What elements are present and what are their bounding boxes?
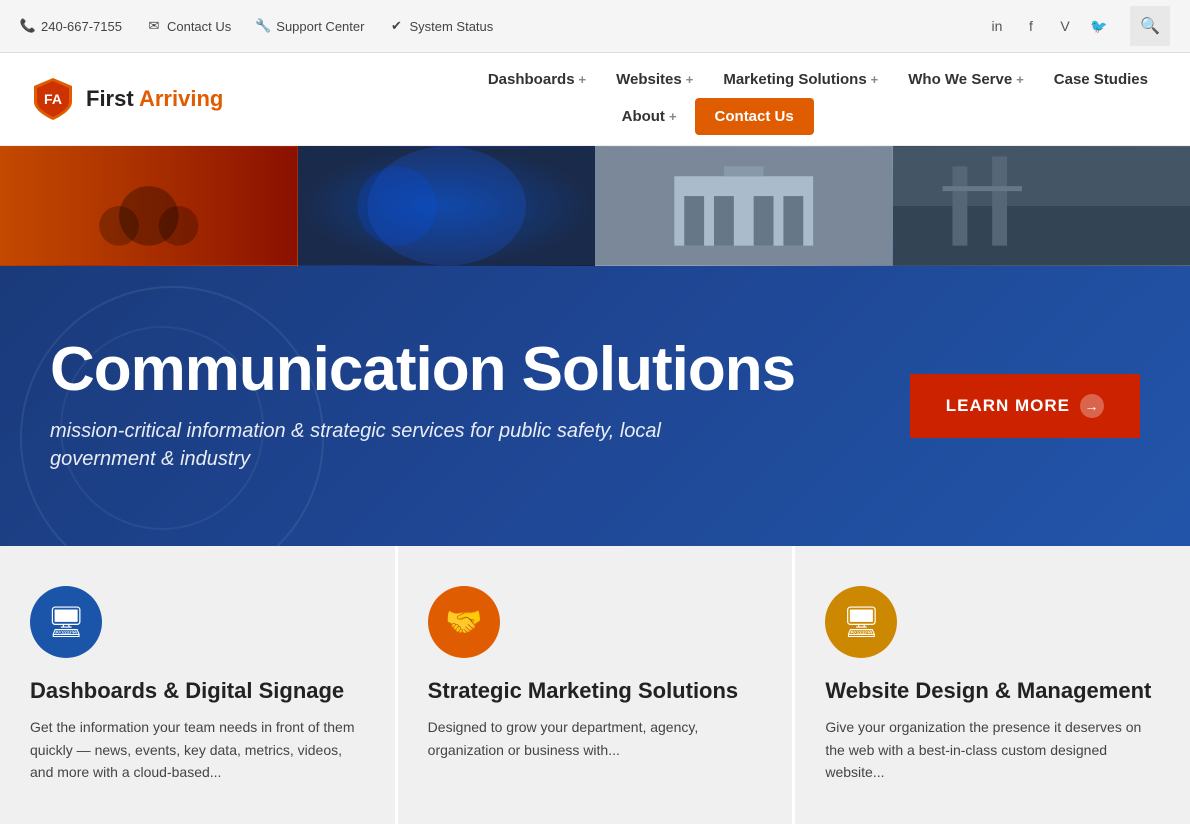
service-card-dashboards: 🖥 Dashboards & Digital Signage Get the i… xyxy=(0,546,398,824)
status-label: System Status xyxy=(409,19,493,34)
hero-fire-image xyxy=(0,146,298,266)
support-icon: 🔧 xyxy=(255,18,271,34)
service-card-website: 🖥 Website Design & Management Give your … xyxy=(795,546,1190,824)
nav-marketing[interactable]: Marketing Solutions + xyxy=(711,63,890,96)
linkedin-icon[interactable]: in xyxy=(986,15,1008,37)
contact-label: Contact Us xyxy=(167,19,231,34)
hero-construction-image xyxy=(893,146,1190,266)
hero-cta: LEARN MORE → xyxy=(910,374,1140,438)
nav-about[interactable]: About + xyxy=(610,100,689,133)
monitor-icon: 🖥 xyxy=(47,605,85,640)
nav-case-studies[interactable]: Case Studies xyxy=(1042,63,1160,96)
hero-content: Communication Solutions mission-critical… xyxy=(50,339,870,473)
phone-item[interactable]: 📞 240-667-7155 xyxy=(20,18,122,34)
service-card-marketing: 🤝 Strategic Marketing Solutions Designed… xyxy=(398,546,796,824)
learn-more-button[interactable]: LEARN MORE → xyxy=(910,374,1140,438)
support-label: Support Center xyxy=(276,19,364,34)
hero-police-image xyxy=(298,146,596,266)
logo-shield-icon: FA xyxy=(30,76,76,122)
nav-dashboards[interactable]: Dashboards + xyxy=(476,63,598,96)
webpage-icon: 🖥 xyxy=(842,605,880,640)
phone-icon: 📞 xyxy=(20,18,36,34)
dashboards-icon-wrap: 🖥 xyxy=(30,586,102,658)
nav-contact-us[interactable]: Contact Us xyxy=(695,98,814,135)
marketing-icon-wrap: 🤝 xyxy=(428,586,500,658)
contact-item[interactable]: ✉ Contact Us xyxy=(146,18,231,34)
dashboards-plus: + xyxy=(579,72,587,87)
check-icon: ✔ xyxy=(388,18,404,34)
websites-plus: + xyxy=(686,72,694,87)
hero-strip xyxy=(0,146,1190,266)
top-bar: 📞 240-667-7155 ✉ Contact Us 🔧 Support Ce… xyxy=(0,0,1190,53)
handshake-icon: 🤝 xyxy=(445,605,482,640)
marketing-plus: + xyxy=(871,72,879,87)
hero-subtitle: mission-critical information & strategic… xyxy=(50,417,690,473)
facebook-icon[interactable]: f xyxy=(1020,15,1042,37)
support-item[interactable]: 🔧 Support Center xyxy=(255,18,364,34)
nav-row-top: Dashboards + Websites + Marketing Soluti… xyxy=(263,63,1160,96)
vimeo-icon[interactable]: V xyxy=(1054,15,1076,37)
main-hero: Communication Solutions mission-critical… xyxy=(0,266,1190,546)
social-links: in f V 🐦 🔍 xyxy=(986,6,1170,46)
status-item[interactable]: ✔ System Status xyxy=(388,18,493,34)
about-plus: + xyxy=(669,109,677,124)
website-desc: Give your organization the presence it d… xyxy=(825,716,1160,783)
logo-text: First Arriving xyxy=(86,87,223,111)
website-title: Website Design & Management xyxy=(825,678,1160,704)
website-icon-wrap: 🖥 xyxy=(825,586,897,658)
who-we-serve-plus: + xyxy=(1016,72,1024,87)
hero-cityhall-image xyxy=(595,146,893,266)
twitter-icon[interactable]: 🐦 xyxy=(1088,15,1110,37)
search-button-top[interactable]: 🔍 xyxy=(1130,6,1170,46)
nav-websites[interactable]: Websites + xyxy=(604,63,705,96)
dashboards-title: Dashboards & Digital Signage xyxy=(30,678,365,704)
nav-row-bottom: About + Contact Us xyxy=(263,98,1160,135)
marketing-title: Strategic Marketing Solutions xyxy=(428,678,763,704)
logo[interactable]: FA First Arriving xyxy=(30,76,223,122)
arrow-icon: → xyxy=(1080,394,1104,418)
main-nav: Dashboards + Websites + Marketing Soluti… xyxy=(263,63,1160,135)
header: FA First Arriving Dashboards + Websites … xyxy=(0,53,1190,146)
services-section: 🖥 Dashboards & Digital Signage Get the i… xyxy=(0,546,1190,824)
dashboards-desc: Get the information your team needs in f… xyxy=(30,716,365,783)
phone-number: 240-667-7155 xyxy=(41,19,122,34)
marketing-desc: Designed to grow your department, agency… xyxy=(428,716,763,761)
nav-who-we-serve[interactable]: Who We Serve + xyxy=(896,63,1036,96)
svg-text:FA: FA xyxy=(44,91,62,107)
hero-title: Communication Solutions xyxy=(50,339,870,401)
mail-icon: ✉ xyxy=(146,18,162,34)
